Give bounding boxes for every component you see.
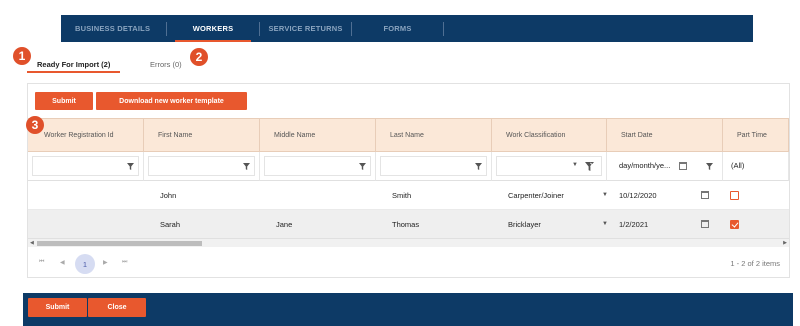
next-page-icon[interactable]: ▶	[103, 259, 108, 266]
filter-funnel-icon[interactable]	[127, 163, 134, 170]
table-row[interactable]: John Smith Carpenter/Joiner ▼ 10/12/2020	[28, 181, 789, 210]
tab-forms[interactable]: FORMS	[352, 21, 444, 36]
top-nav: BUSINESS DETAILS WORKERS SERVICE RETURNS…	[61, 15, 753, 42]
column-header-work-classification[interactable]: Work Classification	[492, 118, 607, 152]
column-header-first-name[interactable]: First Name	[144, 118, 260, 152]
submit-button[interactable]: Submit	[35, 92, 93, 110]
cell-work-classification[interactable]: Bricklayer	[492, 210, 607, 238]
cell-worker-registration-id[interactable]	[28, 210, 144, 238]
cell-middle-name[interactable]	[260, 181, 376, 209]
filter-input-first-name[interactable]	[148, 156, 255, 176]
cell-middle-name[interactable]: Jane	[260, 210, 376, 238]
tab-service-returns[interactable]: SERVICE RETURNS	[260, 21, 352, 36]
part-time-filter-select[interactable]: (All)	[731, 161, 744, 170]
table-row[interactable]: Sarah Jane Thomas Bricklayer ▼ 1/2/2021	[28, 210, 789, 238]
scroll-left-arrow-icon[interactable]: ◀	[30, 240, 34, 246]
filter-cell-work-classification: ▼	[492, 152, 607, 181]
filter-funnel-icon[interactable]	[359, 163, 366, 170]
horizontal-scrollbar[interactable]: ◀ ▶	[28, 238, 789, 247]
filter-input-worker-registration-id[interactable]	[32, 156, 139, 176]
first-page-icon[interactable]: ⏮	[39, 259, 44, 266]
footer-submit-button[interactable]: Submit	[28, 298, 87, 317]
filter-input-middle-name[interactable]	[264, 156, 371, 176]
tab-business-details[interactable]: BUSINESS DETAILS	[61, 21, 167, 36]
cell-worker-registration-id[interactable]	[28, 181, 144, 209]
column-header-start-date[interactable]: Start Date	[607, 118, 723, 152]
column-header-middle-name[interactable]: Middle Name	[260, 118, 376, 152]
filter-cell-first-name	[144, 152, 260, 181]
callout-badge-1: 1	[13, 47, 31, 65]
tab-workers[interactable]: WORKERS	[167, 21, 260, 42]
last-page-icon[interactable]: ⏭	[122, 259, 127, 266]
cell-first-name[interactable]: Sarah	[144, 210, 260, 238]
page-number-button[interactable]: 1	[75, 254, 95, 274]
filter-input-last-name[interactable]	[380, 156, 487, 176]
start-date-filter-input[interactable]: day/month/ye...	[619, 161, 670, 170]
chevron-down-icon[interactable]: ▼	[572, 162, 578, 168]
clear-filter-icon[interactable]	[585, 162, 594, 171]
filter-funnel-icon[interactable]	[475, 163, 482, 170]
filter-cell-start-date: day/month/ye...	[607, 152, 723, 181]
pager-info: 1 - 2 of 2 items	[730, 259, 780, 268]
scrollbar-thumb[interactable]	[37, 241, 202, 246]
calendar-icon[interactable]	[679, 162, 687, 170]
filter-cell-worker-registration-id	[28, 152, 144, 181]
filter-funnel-icon[interactable]	[243, 163, 250, 170]
cell-work-classification[interactable]: Carpenter/Joiner	[492, 181, 607, 209]
filter-funnel-icon[interactable]	[706, 163, 713, 170]
cell-first-name[interactable]: John	[144, 181, 260, 209]
scroll-right-arrow-icon[interactable]: ▶	[783, 240, 787, 246]
column-header-part-time[interactable]: Part Time	[723, 118, 789, 152]
cell-last-name[interactable]: Smith	[376, 181, 492, 209]
callout-badge-2: 2	[190, 48, 208, 66]
filter-cell-last-name	[376, 152, 492, 181]
cell-last-name[interactable]: Thomas	[376, 210, 492, 238]
import-panel: Submit Download new worker template Work…	[27, 83, 790, 278]
pager: ⏮ ◀ 1 ▶ ⏭ 1 - 2 of 2 items	[28, 252, 789, 278]
footer-bar: Submit Close	[23, 293, 793, 326]
column-header-worker-registration-id[interactable]: Worker Registration Id	[28, 118, 144, 152]
calendar-icon[interactable]	[701, 191, 709, 199]
subtab-errors[interactable]: Errors (0)	[150, 55, 182, 73]
calendar-icon[interactable]	[701, 220, 709, 228]
subtab-active-indicator	[27, 71, 120, 73]
download-template-button[interactable]: Download new worker template	[96, 92, 247, 110]
filter-cell-middle-name	[260, 152, 376, 181]
filter-cell-part-time: (All)	[723, 152, 789, 181]
close-button[interactable]: Close	[88, 298, 146, 317]
callout-badge-3: 3	[26, 116, 44, 134]
part-time-checkbox[interactable]	[730, 191, 739, 200]
part-time-checkbox[interactable]	[730, 220, 739, 229]
column-header-last-name[interactable]: Last Name	[376, 118, 492, 152]
previous-page-icon[interactable]: ◀	[60, 259, 65, 266]
